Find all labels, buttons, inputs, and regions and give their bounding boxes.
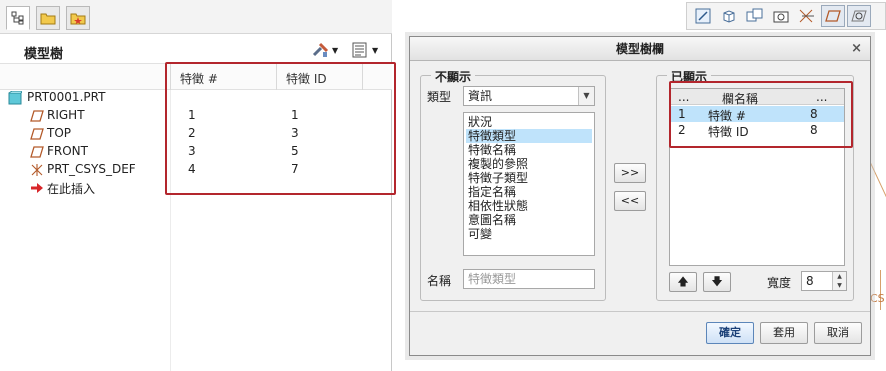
settings-menu-button[interactable]: ▼ bbox=[312, 41, 338, 59]
list-item[interactable]: 狀況 bbox=[466, 115, 592, 129]
csys-icon bbox=[31, 164, 43, 176]
arrow-up-icon: 🡅 bbox=[677, 275, 689, 288]
refit-icon bbox=[695, 8, 711, 24]
tab-folder-browser[interactable] bbox=[36, 6, 60, 30]
chevron-down-icon: ▼ bbox=[332, 45, 339, 55]
close-icon[interactable]: × bbox=[851, 37, 862, 61]
datum-display-button[interactable] bbox=[795, 5, 819, 27]
highlight-box bbox=[165, 62, 396, 195]
insert-arrow-icon bbox=[31, 183, 43, 193]
part-icon bbox=[8, 91, 22, 105]
view-manager-button[interactable] bbox=[769, 5, 793, 27]
tab-favorites[interactable] bbox=[66, 6, 90, 30]
orient-button[interactable] bbox=[717, 5, 741, 27]
add-column-button[interactable]: >> bbox=[614, 163, 646, 183]
width-value: 8 bbox=[806, 274, 814, 288]
move-down-button[interactable]: 🡇 bbox=[703, 272, 731, 292]
list-item[interactable]: 特徵子類型 bbox=[466, 171, 592, 185]
name-field[interactable]: 特徵類型 bbox=[463, 269, 595, 289]
csys-label: CS bbox=[870, 292, 885, 305]
spin-arrows-icon[interactable]: ▲ ▼ bbox=[832, 272, 846, 290]
datum-display-icon bbox=[799, 9, 814, 23]
refit-button[interactable] bbox=[691, 5, 715, 27]
list-item[interactable]: 特徵類型 bbox=[466, 129, 592, 143]
datum-plane-icon bbox=[30, 128, 44, 140]
group-label: 不顯示 bbox=[431, 68, 476, 85]
model-tree-panel: 模型樹 ▼ ▼ 特徵 # 特徵 ID PRT0001.PRT RIGHT 1 1… bbox=[0, 0, 396, 371]
list-item[interactable]: 複製的參照 bbox=[466, 157, 592, 171]
type-label: 類型 bbox=[427, 90, 452, 104]
tools-icon bbox=[312, 42, 329, 57]
list-settings-icon bbox=[352, 42, 367, 58]
highlight-box bbox=[669, 81, 853, 148]
model-tree-columns-dialog: 模型樹欄 × 不顯示 類型 資訊 ▼ 狀況 特徵類型 特徵名稱 複製的參照 特徵… bbox=[409, 36, 871, 356]
saved-views-button[interactable] bbox=[743, 5, 767, 27]
tree-item-label: FRONT bbox=[47, 144, 88, 158]
tree-item-label: PRT0001.PRT bbox=[27, 90, 106, 104]
type-select[interactable]: 資訊 ▼ bbox=[463, 86, 595, 106]
move-up-button[interactable]: 🡅 bbox=[669, 272, 697, 292]
datum-plane-icon bbox=[30, 146, 44, 158]
camera-icon bbox=[773, 11, 789, 23]
list-item[interactable]: 特徵名稱 bbox=[466, 143, 592, 157]
tree-item-label: PRT_CSYS_DEF bbox=[47, 162, 136, 176]
tree-item-label: TOP bbox=[47, 126, 72, 140]
spin-center-icon bbox=[851, 10, 867, 22]
graphics-toolbar bbox=[686, 2, 886, 30]
plane-display-button[interactable] bbox=[821, 5, 845, 27]
width-stepper[interactable]: 8 ▲ ▼ bbox=[801, 271, 847, 291]
list-item[interactable]: 指定名稱 bbox=[466, 185, 592, 199]
model-tree-icon bbox=[11, 11, 24, 25]
dialog-title: 模型樹欄 bbox=[615, 42, 664, 56]
folder-icon bbox=[40, 13, 56, 25]
available-columns-list: 狀況 特徵類型 特徵名稱 複製的參照 特徵子類型 指定名稱 相依性狀態 意圖名稱… bbox=[463, 112, 595, 256]
list-item[interactable]: 相依性狀態 bbox=[466, 199, 592, 213]
chevron-down-icon: ▼ bbox=[578, 87, 594, 105]
chevron-down-icon: ▼ bbox=[372, 45, 379, 55]
name-label: 名稱 bbox=[427, 274, 452, 288]
cube-icon bbox=[723, 10, 735, 23]
tree-item-label: RIGHT bbox=[47, 108, 85, 122]
ok-button[interactable]: 確定 bbox=[706, 322, 754, 344]
tree-item-label: 在此插入 bbox=[47, 182, 96, 196]
favorites-folder-icon bbox=[70, 13, 86, 25]
list-item[interactable]: 意圖名稱 bbox=[466, 213, 592, 227]
plane-display-icon bbox=[825, 10, 841, 22]
model-tree-header: 模型樹 ▼ ▼ bbox=[0, 36, 392, 64]
dialog-divider bbox=[410, 311, 870, 312]
model-tree-title: 模型樹 bbox=[24, 47, 64, 62]
tab-model-tree[interactable] bbox=[6, 6, 30, 30]
not-displayed-group: 不顯示 類型 資訊 ▼ 狀況 特徵類型 特徵名稱 複製的參照 特徵子類型 指定名… bbox=[420, 68, 606, 301]
navigator-tabs bbox=[0, 0, 392, 34]
show-menu-button[interactable]: ▼ bbox=[352, 41, 378, 59]
cancel-button[interactable]: 取消 bbox=[814, 322, 862, 344]
apply-button[interactable]: 套用 bbox=[760, 322, 808, 344]
saved-views-icon bbox=[746, 8, 763, 22]
datum-plane-icon bbox=[30, 110, 44, 122]
list-item[interactable]: 可變 bbox=[466, 227, 592, 241]
spin-center-button[interactable] bbox=[847, 5, 871, 27]
dialog-titlebar: 模型樹欄 × bbox=[410, 37, 870, 61]
remove-column-button[interactable]: << bbox=[614, 191, 646, 211]
width-label: 寬度 bbox=[767, 276, 792, 290]
type-select-value: 資訊 bbox=[468, 89, 493, 103]
arrow-down-icon: 🡇 bbox=[711, 275, 723, 288]
